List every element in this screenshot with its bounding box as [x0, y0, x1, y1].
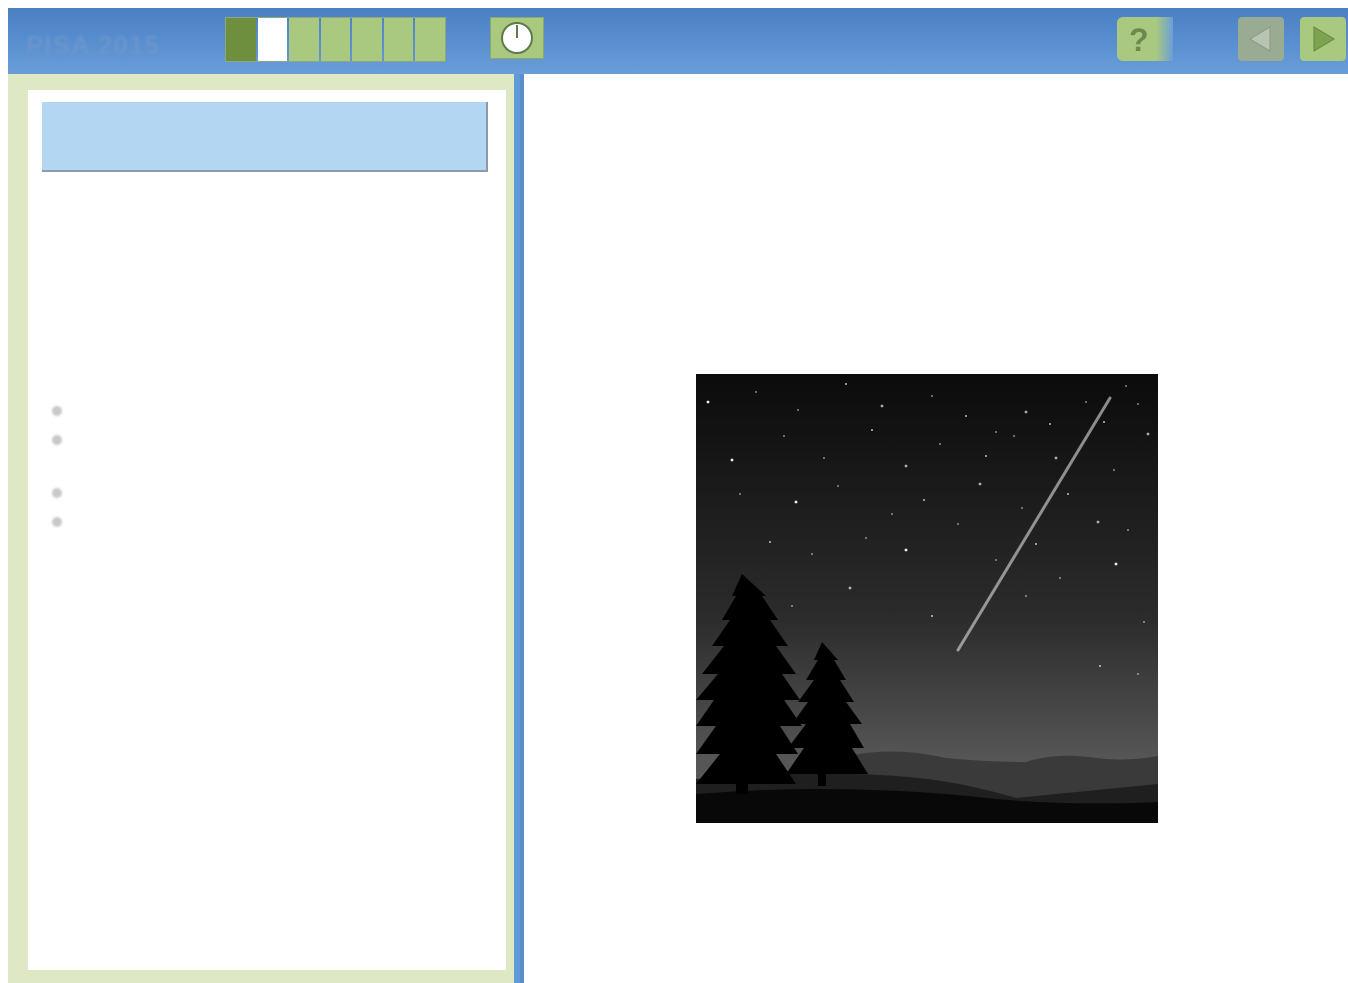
star [1113, 469, 1115, 471]
progress-segment [383, 18, 413, 61]
star [823, 457, 825, 459]
star [1085, 401, 1087, 403]
star [904, 548, 908, 552]
star [1127, 529, 1129, 531]
star [783, 435, 785, 437]
star [794, 500, 798, 504]
star [1049, 423, 1051, 425]
timer-button[interactable] [490, 17, 544, 59]
star [1013, 435, 1015, 437]
star [965, 415, 967, 417]
star [1025, 595, 1027, 597]
star [1137, 403, 1139, 405]
star [706, 400, 710, 404]
triangle-left-icon [1249, 26, 1271, 52]
star [1035, 543, 1037, 545]
star [848, 586, 852, 590]
star [871, 429, 873, 431]
progress-segment [257, 18, 287, 61]
star [755, 391, 757, 393]
list-bullet [52, 517, 62, 527]
star [1054, 456, 1058, 460]
star [837, 485, 839, 487]
triangle-right-icon [1313, 26, 1335, 52]
star [978, 482, 982, 486]
star [995, 559, 997, 561]
star [739, 493, 741, 495]
star [931, 615, 933, 617]
star [939, 443, 941, 445]
help-button[interactable]: ? [1117, 17, 1173, 61]
star [769, 541, 771, 543]
star [1103, 421, 1105, 423]
clock-icon [501, 22, 533, 54]
question-mark-icon: ? [1129, 22, 1149, 56]
question-panel [8, 74, 520, 983]
star [1067, 493, 1069, 495]
star [1096, 520, 1100, 524]
previous-button[interactable] [1238, 17, 1284, 61]
star [797, 409, 799, 411]
star [995, 431, 997, 433]
svg-text:?: ? [1129, 22, 1149, 56]
list-bullet [52, 406, 62, 416]
star [1143, 621, 1145, 623]
question-header-bar [42, 102, 488, 172]
list-bullet [52, 488, 62, 498]
star [845, 383, 847, 385]
star [1024, 410, 1028, 414]
star [791, 605, 793, 607]
progress-segment [226, 18, 256, 61]
progress-segment [415, 18, 445, 61]
star [1125, 385, 1127, 387]
list-bullet [52, 435, 62, 445]
progress-segment [320, 18, 350, 61]
star [931, 395, 933, 397]
night-sky-image [696, 374, 1158, 823]
brand-logo: PISA 2015 [26, 30, 160, 60]
star [811, 553, 813, 555]
next-button[interactable] [1300, 17, 1346, 61]
star [1059, 577, 1061, 579]
star [730, 458, 734, 462]
star [1137, 673, 1139, 675]
progress-indicator [225, 17, 446, 62]
progress-segment [352, 18, 382, 61]
star [1114, 562, 1118, 566]
star [923, 499, 925, 501]
star [1021, 507, 1023, 509]
star [1146, 432, 1150, 436]
star [891, 513, 893, 515]
progress-segment [289, 18, 319, 61]
star [880, 404, 884, 408]
star [865, 537, 867, 539]
star [1099, 665, 1101, 667]
star [957, 523, 959, 525]
star [904, 464, 908, 468]
question-content [28, 90, 506, 970]
star [985, 455, 987, 457]
stimulus-panel [524, 74, 1348, 983]
